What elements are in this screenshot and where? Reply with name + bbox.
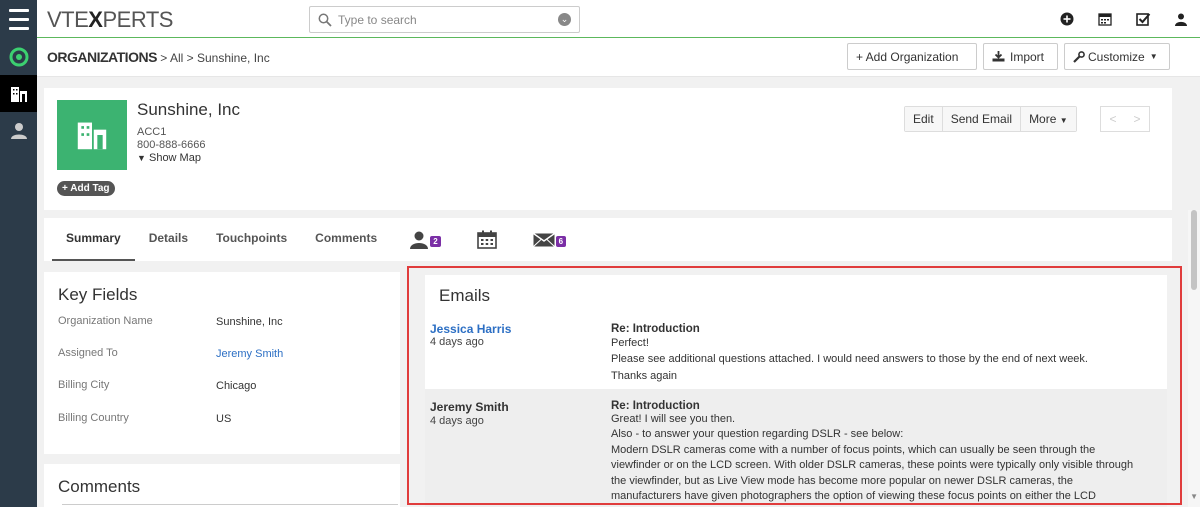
calendar-icon[interactable] — [1086, 0, 1124, 38]
account-number: ACC1 — [137, 126, 167, 138]
search-icon — [318, 13, 332, 27]
user-profile-icon[interactable] — [1162, 0, 1200, 38]
calendar-icon — [476, 230, 497, 249]
billing-country-value[interactable]: US — [216, 413, 231, 425]
email-line: Modern DSLR cameras come with a number o… — [611, 443, 1096, 456]
breadcrumb-bar: ORGANIZATIONS > All > Sunshine, Inc + Ad… — [37, 38, 1200, 77]
app-logo[interactable]: VTEXPERTS — [47, 7, 173, 33]
field-label: Assigned To — [58, 347, 118, 359]
email-line: viewfinder or on the LCD screen. With ol… — [611, 459, 1134, 471]
billing-city-value[interactable]: Chicago — [216, 380, 256, 392]
add-organization-button[interactable]: + Add Organization — [847, 43, 977, 70]
add-tag-button[interactable]: + Add Tag — [57, 181, 115, 196]
key-fields-title: Key Fields — [58, 285, 138, 304]
breadcrumb-separator: > — [160, 51, 168, 65]
scroll-down-arrow-icon[interactable]: ▼ — [1190, 492, 1198, 501]
organization-name-value[interactable]: Sunshine, Inc — [216, 316, 283, 328]
wrench-icon — [1073, 50, 1085, 63]
record-header: Sunshine, Inc ACC1 800-888-6666 ▼ Show M… — [44, 88, 1172, 210]
tab-summary[interactable]: Summary — [52, 218, 135, 261]
chevron-down-icon[interactable]: ⌄ — [558, 13, 571, 26]
edit-button[interactable]: Edit — [905, 107, 943, 131]
breadcrumb-record: Sunshine, Inc — [196, 51, 270, 65]
global-search[interactable]: Type to search ⌄ — [309, 6, 580, 33]
assigned-to-link[interactable]: Jeremy Smith — [216, 348, 283, 360]
organizations-nav-icon[interactable] — [0, 75, 37, 112]
record-actions: Edit Send Email More ▼ — [904, 106, 1077, 132]
field-label: Billing Country — [58, 412, 129, 424]
email-sender[interactable]: Jeremy Smith — [430, 400, 509, 414]
map-marker-icon: ▼ — [137, 153, 146, 163]
record-tabs: Summary Details Touchpoints Comments 2 6 — [44, 218, 1172, 261]
scrollbar-thumb[interactable] — [1191, 210, 1197, 290]
breadcrumb-separator: > — [186, 51, 194, 65]
email-line: Thanks again — [611, 369, 678, 382]
emails-panel: Emails Jessica Harris 4 days ago Re: Int… — [425, 275, 1167, 507]
tab-details[interactable]: Details — [135, 218, 202, 261]
comments-panel: Comments — [44, 464, 400, 507]
top-bar: VTEXPERTS Type to search ⌄ — [37, 0, 1200, 38]
tasks-icon[interactable] — [1124, 0, 1162, 38]
email-item[interactable]: Jeremy Smith 4 days ago Re: Introduction… — [425, 389, 1167, 507]
breadcrumb-module[interactable]: ORGANIZATIONS — [47, 49, 157, 65]
next-record-button[interactable]: > — [1125, 107, 1149, 131]
tab-comments[interactable]: Comments — [301, 218, 391, 261]
send-email-button[interactable]: Send Email — [942, 107, 1022, 131]
field-label: Organization Name — [58, 315, 153, 327]
record-navigation: < > — [1100, 106, 1150, 132]
more-button[interactable]: More ▼ — [1021, 107, 1076, 131]
envelope-icon — [532, 232, 555, 247]
contacts-count-badge: 2 — [430, 236, 441, 247]
menu-icon[interactable] — [0, 0, 37, 38]
organization-avatar-icon — [57, 100, 127, 170]
search-input[interactable]: Type to search — [338, 13, 417, 27]
email-line: the viewfinder, but as Live View mode ha… — [611, 474, 1074, 487]
previous-record-button[interactable]: < — [1101, 107, 1125, 131]
caret-down-icon: ▼ — [1059, 116, 1068, 125]
customize-button[interactable]: Customize ▼ — [1064, 43, 1170, 70]
dashboard-icon[interactable] — [0, 38, 37, 75]
contacts-nav-icon[interactable] — [0, 112, 37, 149]
emails-title: Emails — [439, 286, 491, 305]
quick-create-icon[interactable] — [1048, 0, 1086, 38]
email-sender-link[interactable]: Jessica Harris — [430, 322, 511, 336]
breadcrumb: ORGANIZATIONS > All > Sunshine, Inc — [47, 49, 270, 65]
email-date: 4 days ago — [430, 336, 484, 348]
tab-contacts[interactable]: 2 — [409, 231, 441, 249]
email-item[interactable]: Jessica Harris 4 days ago Re: Introducti… — [425, 322, 1167, 389]
page-scrollbar[interactable] — [1188, 210, 1200, 507]
import-button[interactable]: Import — [983, 43, 1058, 70]
phone-number[interactable]: 800-888-6666 — [137, 139, 206, 152]
field-label: Billing City — [58, 379, 110, 391]
tab-emails[interactable]: 6 — [532, 232, 567, 247]
key-fields-panel: Key Fields Organization Name Sunshine, I… — [44, 272, 400, 454]
show-map-link[interactable]: ▼ Show Map — [137, 152, 206, 165]
emails-count-badge: 6 — [555, 236, 567, 247]
tab-touchpoints[interactable]: Touchpoints — [202, 218, 301, 261]
email-line: Also - to answer your question regarding… — [611, 428, 904, 440]
breadcrumb-filter[interactable]: All — [170, 51, 183, 65]
caret-down-icon: ▼ — [1149, 52, 1158, 61]
download-icon — [992, 51, 1005, 62]
record-title: Sunshine, Inc — [137, 100, 241, 119]
email-line: Great! I will see you then. — [611, 412, 736, 425]
email-line: Perfect! — [611, 336, 649, 349]
tab-calendar[interactable] — [476, 230, 497, 249]
contacts-icon — [410, 231, 429, 249]
left-rail — [0, 0, 37, 507]
comments-title: Comments — [58, 477, 141, 496]
email-line: Please see additional questions attached… — [611, 353, 1088, 365]
email-line: manufacturers have given photographers t… — [611, 490, 1096, 502]
email-date: 4 days ago — [430, 415, 484, 427]
